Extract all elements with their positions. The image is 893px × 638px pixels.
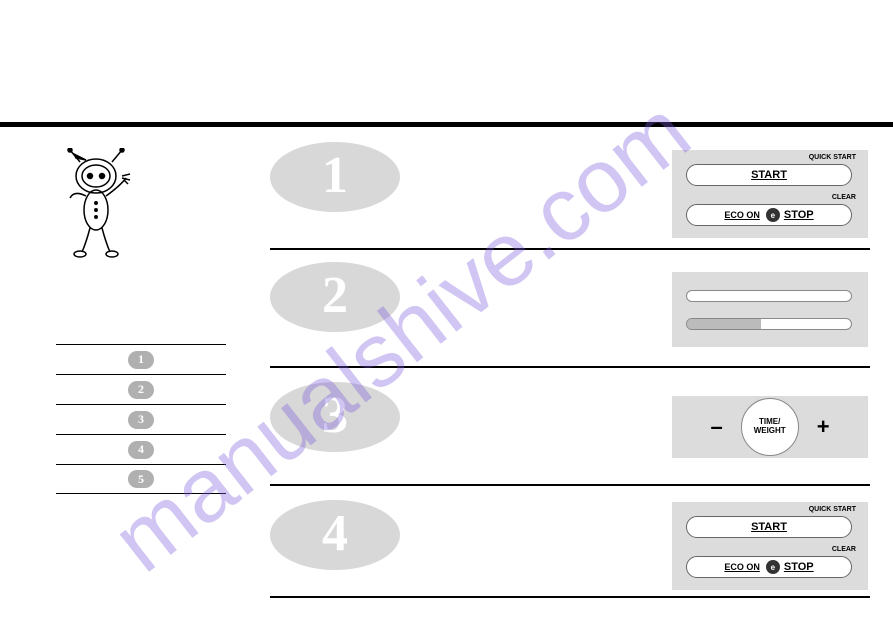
stop-button[interactable]: ECO ON e STOP bbox=[686, 556, 852, 578]
quick-start-label: QUICK START bbox=[809, 154, 856, 161]
start-button[interactable]: START bbox=[686, 164, 852, 186]
control-panel-4: QUICK START START CLEAR ECO ON e STOP bbox=[672, 502, 868, 590]
step-num-text: 1 bbox=[322, 146, 348, 205]
step-badge-3: 3 bbox=[270, 382, 400, 452]
toc-row: 2 bbox=[56, 374, 226, 404]
robot-mascot-icon bbox=[56, 148, 136, 258]
selector-bar-1[interactable] bbox=[686, 290, 852, 302]
eco-badge-text: e bbox=[771, 563, 775, 572]
eco-on-text: ECO ON bbox=[724, 210, 760, 220]
eco-badge-icon: e bbox=[766, 208, 780, 222]
eco-on-text: ECO ON bbox=[724, 562, 760, 572]
toc-num-badge: 1 bbox=[128, 351, 154, 369]
clear-label: CLEAR bbox=[832, 546, 856, 553]
toc-row: 3 bbox=[56, 404, 226, 434]
toc-row: 5 bbox=[56, 464, 226, 494]
start-button-text: START bbox=[751, 169, 787, 181]
start-button-text: START bbox=[751, 521, 787, 533]
toc-num-badge: 5 bbox=[128, 470, 154, 488]
control-panel-3: – TIME/ WEIGHT + bbox=[672, 396, 868, 458]
step-badge-1: 1 bbox=[270, 142, 400, 212]
step-badge-4: 4 bbox=[270, 500, 400, 570]
stop-button[interactable]: ECO ON e STOP bbox=[686, 204, 852, 226]
step-num-text: 2 bbox=[322, 266, 348, 325]
control-panel-1: QUICK START START CLEAR ECO ON e STOP bbox=[672, 150, 868, 238]
step-num-text: 4 bbox=[322, 504, 348, 563]
minus-button[interactable]: – bbox=[710, 414, 722, 440]
quick-start-label: QUICK START bbox=[809, 506, 856, 513]
toc-num: 3 bbox=[138, 412, 144, 427]
toc-num: 1 bbox=[138, 352, 144, 367]
plus-button[interactable]: + bbox=[817, 414, 830, 440]
toc-num: 2 bbox=[138, 382, 144, 397]
clear-label: CLEAR bbox=[832, 194, 856, 201]
selector-bar-2[interactable] bbox=[686, 318, 852, 330]
toc-num-badge: 4 bbox=[128, 441, 154, 459]
eco-badge-text: e bbox=[771, 211, 775, 220]
selector-fill bbox=[687, 319, 761, 329]
time-weight-dial[interactable]: TIME/ WEIGHT bbox=[741, 398, 799, 456]
control-panel-2 bbox=[672, 272, 868, 347]
watermark-text: manualshive.com bbox=[95, 81, 708, 591]
toc-num: 4 bbox=[138, 442, 144, 457]
toc-num-badge: 3 bbox=[128, 411, 154, 429]
plus-sign: + bbox=[817, 414, 830, 439]
step-divider bbox=[270, 484, 870, 486]
step-divider bbox=[270, 596, 870, 598]
toc-row: 4 bbox=[56, 434, 226, 464]
stop-text: STOP bbox=[784, 561, 814, 573]
step-divider bbox=[270, 248, 870, 250]
toc-list: 1 2 3 4 5 bbox=[56, 344, 226, 494]
header-divider bbox=[0, 122, 893, 127]
toc-num: 5 bbox=[138, 472, 144, 487]
step-divider bbox=[270, 366, 870, 368]
start-button[interactable]: START bbox=[686, 516, 852, 538]
toc-row: 1 bbox=[56, 344, 226, 374]
step-badge-2: 2 bbox=[270, 262, 400, 332]
toc-num-badge: 2 bbox=[128, 381, 154, 399]
stop-text: STOP bbox=[784, 209, 814, 221]
eco-badge-icon: e bbox=[766, 560, 780, 574]
step-num-text: 3 bbox=[322, 386, 348, 445]
minus-sign: – bbox=[710, 414, 722, 439]
time-weight-label: TIME/ WEIGHT bbox=[754, 418, 786, 436]
